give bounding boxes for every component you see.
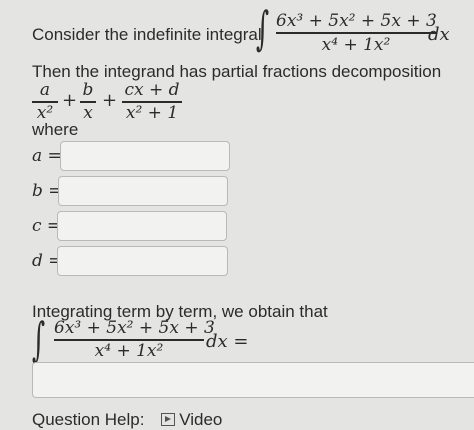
integration-fraction: 6x³ + 5x² + 5x + 3 x⁴ + 1x²	[54, 318, 215, 362]
integration-answer-input[interactable]	[32, 362, 474, 398]
question-help: Question Help: Video	[32, 410, 222, 430]
video-icon	[161, 413, 176, 426]
decomposition-text: Then the integrand has partial fractions…	[32, 62, 442, 81]
video-link-label: Video	[179, 410, 223, 429]
term-a-numerator: a	[39, 80, 51, 100]
integral-sign: ∫	[256, 1, 270, 55]
field-a-input[interactable]	[60, 141, 230, 171]
integration-denominator: x⁴ + 1x²	[94, 340, 164, 361]
integrand-fraction: 6x³ + 5x² + 5x + 3 x⁴ + 1x²	[276, 10, 437, 56]
field-b-input[interactable]	[58, 176, 228, 206]
term-cd-fraction: cx + d x² + 1	[122, 80, 182, 124]
term-b-denominator: x	[83, 102, 93, 123]
integration-numerator: 6x³ + 5x² + 5x + 3	[54, 318, 215, 338]
dx-equals-label: dx =	[206, 331, 249, 352]
question-help-label: Question Help:	[32, 410, 145, 429]
field-d-input[interactable]	[57, 246, 228, 276]
video-help-link[interactable]: Video	[161, 410, 222, 429]
term-cd-numerator: cx + d	[124, 80, 180, 100]
integral-sign: ∫	[32, 312, 46, 366]
field-a-label: a =	[32, 146, 62, 166]
field-c-input[interactable]	[57, 211, 227, 241]
term-b-fraction: b x	[80, 80, 96, 124]
plus-sign: +	[102, 90, 118, 111]
term-b-numerator: b	[82, 80, 94, 100]
term-a-fraction: a x²	[32, 80, 58, 124]
dx-label: dx	[428, 24, 450, 45]
integrand-denominator: x⁴ + 1x²	[321, 34, 391, 55]
term-cd-denominator: x² + 1	[125, 102, 179, 123]
plus-sign: +	[62, 90, 78, 111]
intro-text: Consider the indefinite integral	[32, 25, 262, 44]
integrand-numerator: 6x³ + 5x² + 5x + 3	[276, 11, 437, 31]
where-text: where	[32, 120, 79, 139]
